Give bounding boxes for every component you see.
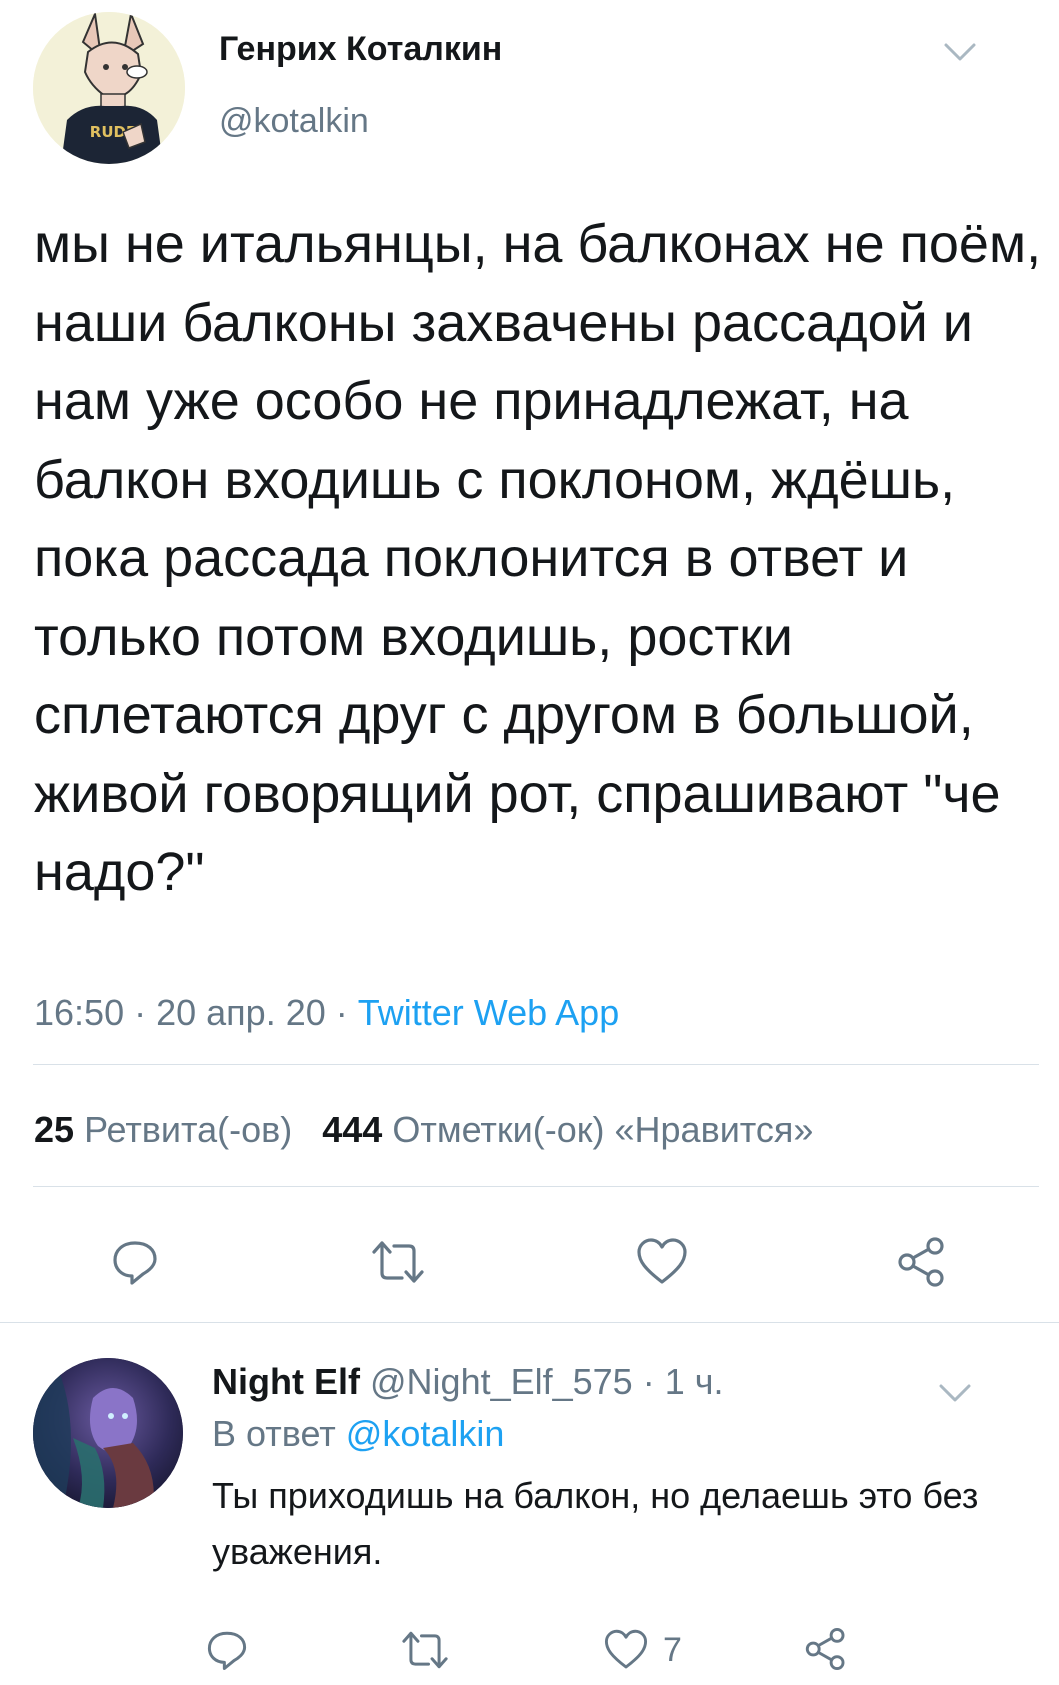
reply-like-count: 7	[663, 1630, 682, 1669]
reply-button[interactable]	[205, 1628, 249, 1672]
share-button[interactable]	[803, 1626, 849, 1672]
tweet-time: 16:50	[34, 992, 125, 1033]
reply-to-mention-link[interactable]: @kotalkin	[346, 1413, 505, 1454]
tweet-text: мы не итальянцы, на балконах не поём, на…	[34, 214, 1042, 902]
tweet-meta: 16:50 · 20 апр. 20 · Twitter Web App	[34, 992, 619, 1034]
like-button[interactable]: 7	[603, 1628, 682, 1672]
reply-text: Ты приходишь на балкон, но делаешь это б…	[212, 1475, 979, 1572]
retweet-button[interactable]	[400, 1628, 450, 1672]
like-button[interactable]	[635, 1237, 689, 1287]
share-icon	[805, 1627, 845, 1671]
tweet-date: 20 апр. 20	[156, 992, 326, 1033]
meta-separator: ·	[335, 992, 358, 1033]
heart-icon	[604, 1629, 648, 1669]
author-avatar[interactable]: RUDE	[33, 12, 185, 164]
retweet-icon	[402, 1631, 448, 1669]
chevron-down-icon[interactable]	[940, 40, 980, 64]
tweet-stats: 25 Ретвита(-ов) 444 Отметки(-ок) «Нравитс…	[34, 1109, 813, 1151]
retweets-label: Ретвита(-ов)	[84, 1109, 293, 1150]
likes-label: Отметки(-ок) «Нравится»	[392, 1109, 814, 1150]
share-icon	[898, 1237, 944, 1287]
author-name[interactable]: Генрих Коталкин	[219, 30, 502, 69]
retweets-count: 25	[34, 1109, 75, 1150]
heart-icon	[637, 1238, 687, 1284]
chevron-down-icon[interactable]	[935, 1381, 975, 1405]
likes-stat[interactable]: 444 Отметки(-ок) «Нравится»	[322, 1109, 813, 1150]
reply-to-prefix: В ответ	[212, 1413, 336, 1454]
meta-separator: ·	[642, 1361, 665, 1402]
divider	[33, 1064, 1039, 1065]
reply-author-handle[interactable]: @Night_Elf_575	[370, 1361, 633, 1402]
retweet-button[interactable]	[370, 1237, 426, 1287]
share-button[interactable]	[895, 1235, 949, 1289]
reply-to-line: В ответ @kotalkin	[212, 1413, 504, 1455]
retweet-icon	[372, 1241, 424, 1283]
meta-separator: ·	[134, 992, 157, 1033]
reply-author-avatar[interactable]	[33, 1358, 183, 1508]
main-tweet: RUDE Генрих Коталкин @kotalkin мы не ита…	[0, 0, 1059, 1322]
reply-age: 1 ч.	[664, 1361, 724, 1402]
tweet-source-link[interactable]: Twitter Web App	[358, 992, 619, 1033]
reply-button[interactable]	[110, 1237, 160, 1287]
retweets-stat[interactable]: 25 Ретвита(-ов)	[34, 1109, 292, 1150]
reply-tweet[interactable]: Night Elf @Night_Elf_575 · 1 ч. В ответ …	[0, 1323, 1059, 1685]
reply-icon	[113, 1241, 157, 1285]
reply-header: Night Elf @Night_Elf_575 · 1 ч.	[212, 1361, 724, 1403]
divider	[33, 1186, 1039, 1187]
reply-author-name[interactable]: Night Elf	[212, 1361, 360, 1402]
author-handle[interactable]: @kotalkin	[219, 102, 369, 141]
likes-count: 444	[322, 1109, 383, 1150]
reply-icon	[207, 1631, 247, 1670]
